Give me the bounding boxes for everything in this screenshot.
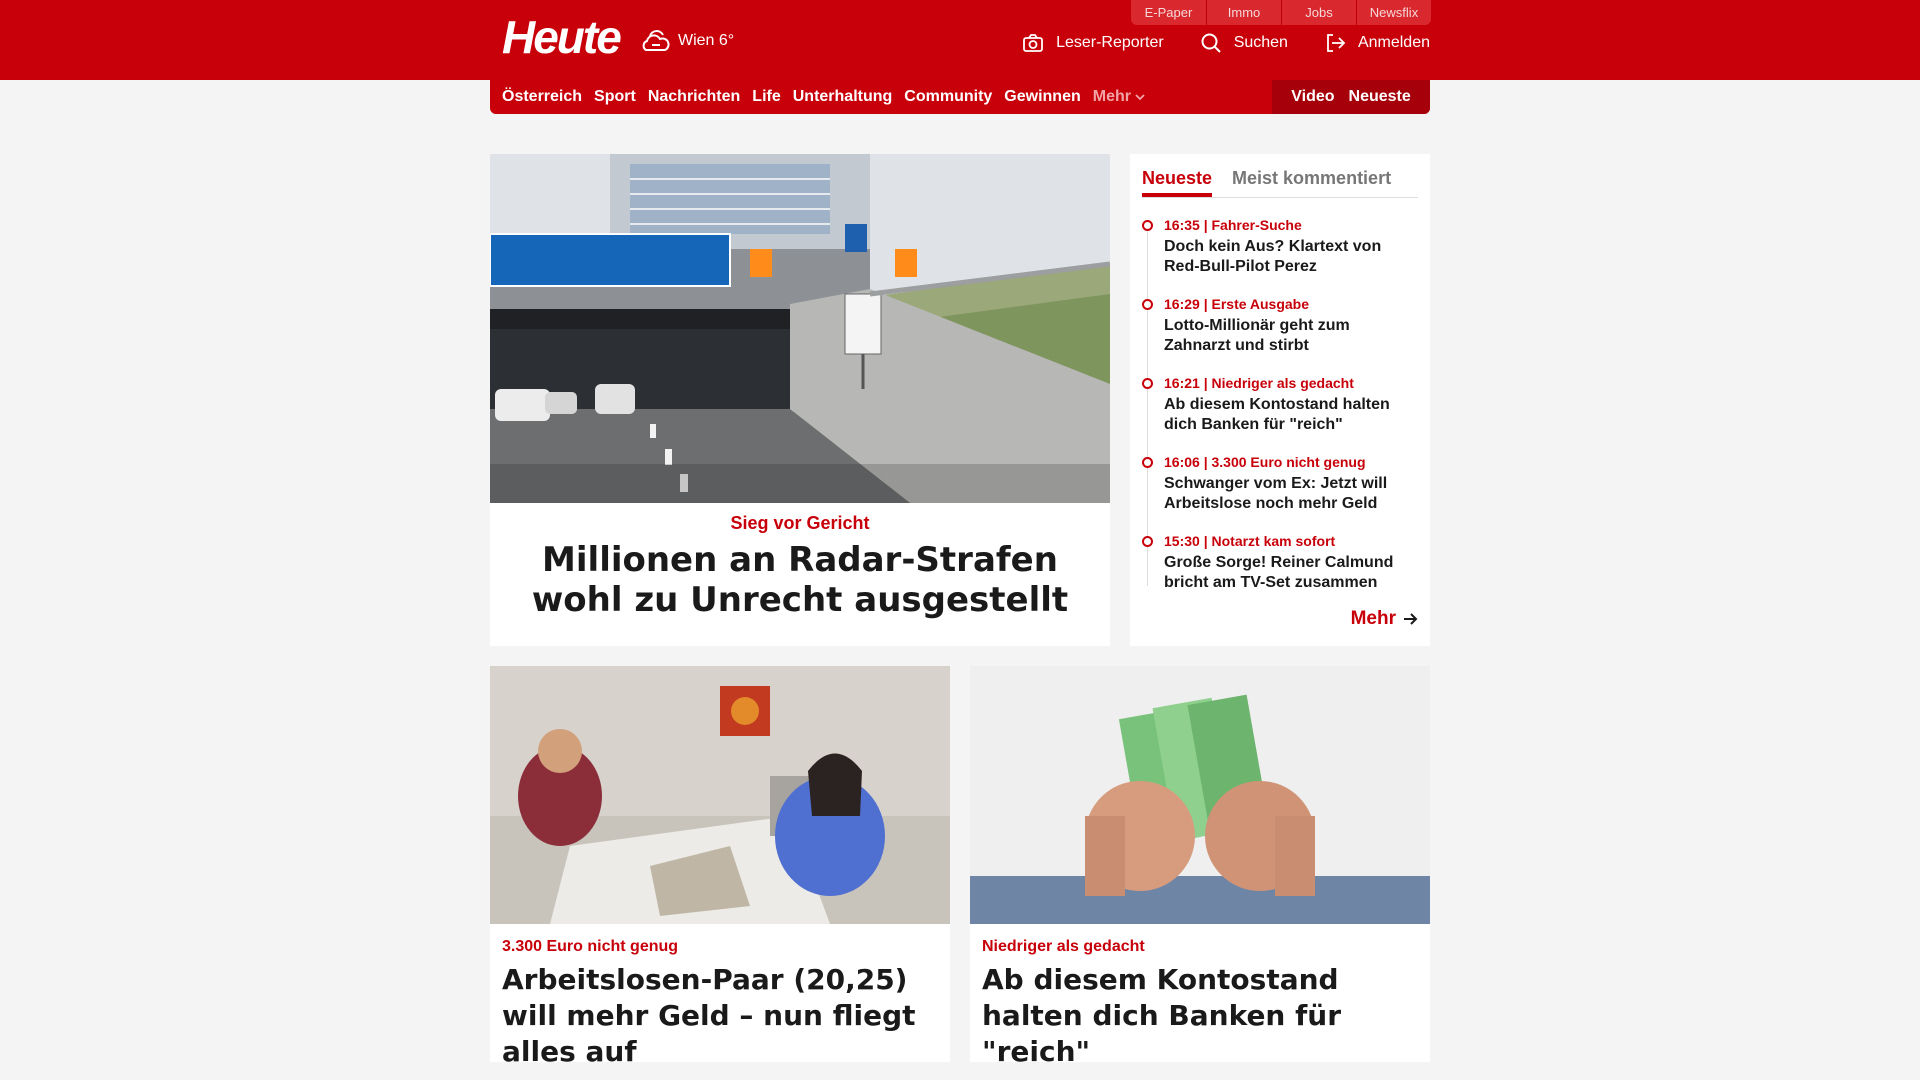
news-ticker: Neueste Meist kommentiert 16:35 | Fahrer…: [1130, 154, 1430, 646]
ticker-item[interactable]: 16:21 | Niedriger als gedacht Ab diesem …: [1142, 374, 1418, 434]
ticker-meta: 16:21 | Niedriger als gedacht: [1164, 375, 1354, 391]
chevron-down-icon: [1135, 94, 1145, 101]
nav-neueste[interactable]: Neueste: [1349, 88, 1411, 106]
card-title[interactable]: Ab diesem Kontostand halten dich Banken …: [982, 962, 1418, 1070]
nav-more-label: Mehr: [1092, 88, 1131, 105]
ticker-item[interactable]: 16:35 | Fahrer-Suche Doch kein Aus? Klar…: [1142, 216, 1418, 276]
login-button[interactable]: Anmelden: [1324, 32, 1430, 54]
ticker-title[interactable]: Ab diesem Kontostand halten dich Banken …: [1164, 395, 1418, 435]
money-photo: [970, 666, 1430, 924]
reporter-button[interactable]: Leser-Reporter: [1022, 32, 1164, 54]
tab-meist-kommentiert[interactable]: Meist kommentiert: [1232, 168, 1391, 197]
site-logo[interactable]: Heute: [502, 12, 622, 62]
nav-nachrichten[interactable]: Nachrichten: [648, 88, 740, 106]
search-button[interactable]: Suchen: [1200, 32, 1288, 54]
article-image[interactable]: [490, 666, 950, 924]
immo-link[interactable]: Immo: [1206, 0, 1281, 25]
weather-widget[interactable]: Wien 6°: [638, 26, 734, 56]
tab-neueste[interactable]: Neueste: [1142, 168, 1213, 197]
ticker-tabs: Neueste Meist kommentiert: [1142, 154, 1418, 198]
epaper-link[interactable]: E-Paper: [1131, 0, 1206, 25]
ticker-meta: 16:35 | Fahrer-Suche: [1164, 217, 1302, 233]
jobs-link[interactable]: Jobs: [1281, 0, 1356, 25]
ticker-title[interactable]: Lotto-Millionär geht zum Zahnarzt und st…: [1164, 316, 1418, 356]
login-label: Anmelden: [1357, 34, 1430, 51]
ticker-meta: 15:30 | Notarzt kam sofort: [1164, 533, 1336, 549]
service-links: E-Paper Immo Jobs Newsflix: [1131, 0, 1431, 25]
newsflix-link[interactable]: Newsflix: [1356, 0, 1431, 25]
article-image[interactable]: [970, 666, 1430, 924]
nav-life[interactable]: Life: [752, 88, 780, 106]
card-kicker: 3.300 Euro nicht genug: [502, 938, 679, 955]
hero-image[interactable]: [490, 154, 1110, 503]
ticker-title[interactable]: Große Sorge! Reiner Calmund bricht am TV…: [1164, 553, 1418, 593]
login-icon: [1327, 34, 1346, 52]
article-card[interactable]: Niedriger als gedacht Ab diesem Kontosta…: [970, 666, 1430, 1068]
ticker-item[interactable]: 16:06 | 3.300 Euro nicht genug Schwanger…: [1142, 453, 1418, 513]
header-actions: Leser-Reporter Suchen Anmelden: [1022, 32, 1430, 54]
hero-photo: [490, 154, 1110, 503]
ticker-meta: 16:06 | 3.300 Euro nicht genug: [1164, 454, 1366, 470]
site-header: E-Paper Immo Jobs Newsflix Heute Wien 6°…: [0, 0, 1920, 80]
weather-text: Wien 6°: [678, 32, 735, 49]
arrow-right-icon: [1404, 613, 1418, 625]
ticker-item[interactable]: 16:29 | Erste Ausgabe Lotto-Millionär ge…: [1142, 295, 1418, 355]
nav-highlight: Video Neueste: [1272, 80, 1430, 114]
nav-more-dropdown[interactable]: Mehr: [1093, 88, 1145, 106]
nav-oesterreich[interactable]: Österreich: [502, 88, 582, 106]
hero-title[interactable]: Millionen an Radar-Strafen wohl zu Unrec…: [520, 540, 1080, 620]
camera-icon: [1023, 34, 1043, 52]
hero-article[interactable]: Sieg vor Gericht Millionen an Radar-Stra…: [490, 154, 1110, 646]
ticker-title[interactable]: Doch kein Aus? Klartext von Red-Bull-Pil…: [1164, 237, 1418, 277]
timeline-dot-icon: [1142, 536, 1153, 547]
search-icon: [1201, 33, 1221, 53]
timeline-dot-icon: [1142, 378, 1153, 389]
nav-sport[interactable]: Sport: [594, 88, 636, 106]
card-kicker: Niedriger als gedacht: [982, 938, 1145, 955]
ticker-more-link[interactable]: Mehr: [1351, 608, 1418, 630]
timeline-dot-icon: [1142, 299, 1153, 310]
ticker-more-label: Mehr: [1350, 608, 1396, 629]
nav-community[interactable]: Community: [904, 88, 992, 106]
hero-kicker: Sieg vor Gericht: [730, 513, 870, 533]
cloud-sun-icon: [642, 30, 670, 51]
nav-video[interactable]: Video: [1291, 88, 1334, 106]
nav-gewinnen[interactable]: Gewinnen: [1004, 88, 1080, 106]
couple-photo: [490, 666, 950, 924]
ticker-list: 16:35 | Fahrer-Suche Doch kein Aus? Klar…: [1142, 216, 1418, 592]
timeline-dot-icon: [1142, 457, 1153, 468]
ticker-title[interactable]: Schwanger vom Ex: Jetzt will Arbeitslose…: [1164, 474, 1418, 514]
nav-unterhaltung[interactable]: Unterhaltung: [793, 88, 893, 106]
main-nav: Österreich Sport Nachrichten Life Unterh…: [490, 80, 1430, 114]
article-card[interactable]: 3.300 Euro nicht genug Arbeitslosen-Paar…: [490, 666, 950, 1068]
card-title[interactable]: Arbeitslosen-Paar (20,25) will mehr Geld…: [502, 962, 938, 1070]
search-label: Suchen: [1233, 34, 1288, 51]
ticker-item[interactable]: 15:30 | Notarzt kam sofort Große Sorge! …: [1142, 532, 1418, 592]
reporter-label: Leser-Reporter: [1056, 34, 1164, 51]
timeline-dot-icon: [1142, 220, 1153, 231]
ticker-meta: 16:29 | Erste Ausgabe: [1164, 296, 1310, 312]
